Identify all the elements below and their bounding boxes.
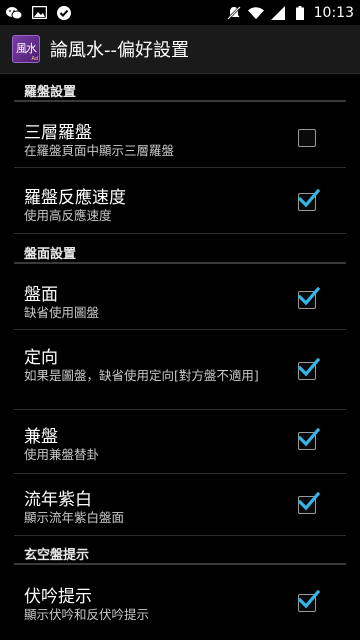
section-header-label: 玄空盤提示	[24, 548, 90, 563]
section-header-label: 盤面設置	[24, 247, 77, 262]
three-layer-checkbox[interactable]	[298, 129, 316, 147]
liunian-checkbox[interactable]	[298, 492, 320, 514]
pref-summary: 如果是圖盤，缺省使用定向[對方盤不適用]	[24, 368, 259, 383]
pref-title: 流年紫白	[24, 490, 92, 510]
pref-summary: 使用兼盤替卦	[24, 447, 100, 462]
checkmark-icon	[298, 428, 320, 447]
pref-summary: 顯示流年紫白盤面	[24, 510, 125, 525]
section-header-plate: 盤面設置	[0, 238, 360, 264]
pref-fuyin[interactable]: 伏吟提示 顯示伏吟和反伏吟提示	[0, 567, 360, 631]
status-bar: 10:13	[0, 0, 360, 25]
wifi-icon	[247, 5, 264, 21]
checkmark-icon	[298, 189, 320, 208]
row-divider	[14, 535, 346, 536]
section-header-xuankong: 玄空盤提示	[0, 539, 360, 565]
clock: 10:13	[313, 4, 354, 21]
pref-summary: 在羅盤頁面中顯示三層羅盤	[24, 143, 175, 158]
checkmark-icon	[298, 287, 320, 306]
pref-liunian[interactable]: 流年紫白 顯示流年紫白盤面	[0, 474, 360, 536]
pref-plate[interactable]: 盤面 缺省使用圖盤	[0, 266, 360, 330]
pref-summary: 顯示伏吟和反伏吟提示	[24, 607, 150, 622]
direction-checkbox[interactable]	[298, 358, 320, 380]
pref-direction[interactable]: 定向 如果是圖盤，缺省使用定向[對方盤不適用]	[0, 330, 360, 410]
checkmark-icon	[298, 590, 320, 609]
compass-speed-checkbox[interactable]	[298, 189, 320, 211]
section-header-label: 羅盤設置	[24, 85, 77, 100]
pref-title: 定向	[24, 348, 58, 368]
row-divider	[14, 233, 346, 234]
pref-title: 盤面	[24, 285, 58, 305]
fuyin-checkbox[interactable]	[298, 590, 320, 612]
pref-summary: 缺省使用圖盤	[24, 305, 100, 320]
action-bar: 風水 Ad 論風水--偏好設置	[0, 25, 360, 74]
mute-icon	[226, 5, 242, 21]
pref-title: 羅盤反應速度	[24, 188, 126, 208]
section-divider	[14, 100, 346, 102]
plate-checkbox[interactable]	[298, 287, 320, 309]
app-icon-text: 風水	[16, 42, 37, 55]
pref-compass-speed[interactable]: 羅盤反應速度 使用高反應速度	[0, 168, 360, 234]
pref-three-layer-compass[interactable]: 三層羅盤 在羅盤頁面中顯示三層羅盤	[0, 104, 360, 168]
wechat-icon	[6, 5, 22, 21]
app-icon[interactable]: 風水 Ad	[12, 35, 40, 63]
pref-summary: 使用高反應速度	[24, 208, 112, 223]
page-title: 論風水--偏好設置	[50, 40, 189, 61]
signal-icon	[270, 5, 286, 21]
section-header-compass: 羅盤設置	[0, 76, 360, 102]
app-icon-subtext: Ad	[31, 56, 38, 62]
jianpan-checkbox[interactable]	[298, 428, 320, 450]
section-divider	[14, 262, 346, 264]
image-icon	[31, 5, 47, 21]
pref-jianpan[interactable]: 兼盤 使用兼盤替卦	[0, 410, 360, 474]
pref-title: 兼盤	[24, 427, 58, 447]
checkmark-icon	[298, 492, 320, 511]
battery-icon	[292, 5, 308, 21]
section-divider	[14, 563, 346, 565]
checkmark-icon	[298, 358, 320, 377]
pref-title: 三層羅盤	[24, 123, 92, 143]
check-circle-icon	[56, 5, 72, 21]
pref-title: 伏吟提示	[24, 587, 92, 607]
